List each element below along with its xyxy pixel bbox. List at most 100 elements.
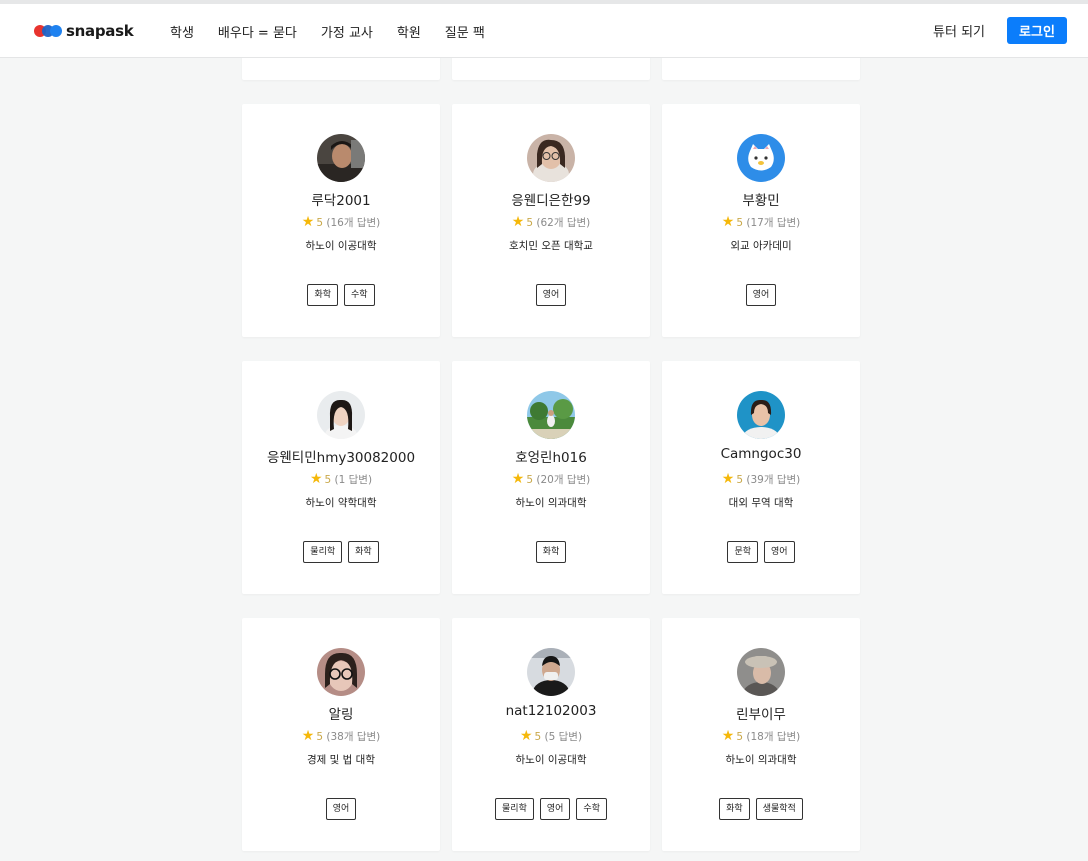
tutor-card[interactable]: nat12102003 ★ 5 (5 답변) 하노이 이공대학 물리학 영어 수학 <box>452 618 650 851</box>
subject-tag: 화학 <box>348 541 379 563</box>
answer-count: (20개 답변) <box>536 474 591 486</box>
answer-count: (62개 답변) <box>536 217 591 229</box>
subject-tags: 영어 <box>452 284 650 306</box>
answer-count: (1 답변) <box>334 474 373 486</box>
tutor-grid: 루닥2001 ★ 5 (16개 답변) 하노이 이공대학 화학 수학 응웬디은한99 ★ 5 (… <box>242 58 860 851</box>
avatar <box>317 648 365 696</box>
tutor-name: 응웬디은한99 <box>511 193 591 209</box>
tutor-card-partial[interactable] <box>662 58 860 80</box>
become-tutor-link[interactable]: 튜터 되기 <box>933 21 985 40</box>
rating-score: 5 <box>316 731 324 743</box>
star-icon: ★ <box>309 471 323 487</box>
subject-tag: 영어 <box>764 541 795 563</box>
subject-tag: 물리학 <box>303 541 343 563</box>
subject-tags: 영어 <box>242 798 440 820</box>
star-icon: ★ <box>721 728 735 744</box>
avatar <box>317 134 365 182</box>
avatar <box>737 391 785 439</box>
tutor-card[interactable]: 루닥2001 ★ 5 (16개 답변) 하노이 이공대학 화학 수학 <box>242 104 440 337</box>
star-icon: ★ <box>301 728 315 744</box>
subject-tag: 영어 <box>535 284 567 306</box>
tutor-card-partial[interactable] <box>452 58 650 80</box>
tutor-name: 호엉린h016 <box>515 450 587 466</box>
tutor-card-partial[interactable] <box>242 58 440 80</box>
tutor-rating: ★ 5 (16개 답변) <box>242 214 440 230</box>
subject-tags: 문학 영어 <box>662 541 860 563</box>
avatar <box>737 134 785 182</box>
subject-tag: 수학 <box>576 798 607 820</box>
login-button[interactable]: 로그인 <box>1007 17 1067 44</box>
tutor-name: 린부이무 <box>736 707 786 723</box>
rating-score: 5 <box>736 217 744 229</box>
subject-tags: 화학 <box>452 541 650 563</box>
tutor-school: 경제 및 법 대학 <box>307 754 375 766</box>
tutor-rating: ★ 5 (39개 답변) <box>662 471 860 487</box>
rating-score: 5 <box>316 217 324 229</box>
rating-score: 5 <box>736 474 744 486</box>
tutor-name: nat12102003 <box>505 703 597 719</box>
subject-tag: 화학 <box>719 798 750 820</box>
subject-tag: 문학 <box>727 541 758 563</box>
tutor-rating: ★ 5 (17개 답변) <box>662 214 860 230</box>
tutor-name: Camngoc30 <box>720 446 802 462</box>
rating-score: 5 <box>526 474 534 486</box>
subject-tag: 수학 <box>344 284 375 306</box>
nav-link-academy[interactable]: 학원 <box>397 22 421 41</box>
tutor-school: 외교 아카데미 <box>730 240 792 252</box>
tutor-school: 하노이 약학대학 <box>305 497 377 509</box>
star-icon: ★ <box>721 214 735 230</box>
subject-tags: 영어 <box>662 284 860 306</box>
tutor-rating: ★ 5 (38개 답변) <box>242 728 440 744</box>
subject-tag: 영어 <box>745 284 777 306</box>
subject-tag: 화학 <box>535 541 567 563</box>
tutor-card[interactable]: 알링 ★ 5 (38개 답변) 경제 및 법 대학영어 <box>242 618 440 851</box>
subject-tags: 화학 생물학적 <box>662 798 860 820</box>
tutor-school: 호치민 오픈 대학교 <box>509 240 593 252</box>
tutor-rating: ★ 5 (1 답변) <box>242 471 440 487</box>
tutor-name: 루닥2001 <box>311 193 371 209</box>
answer-count: (39개 답변) <box>746 474 801 486</box>
rating-score: 5 <box>736 731 744 743</box>
tutor-card[interactable]: 응웬티민hmy30082000 ★ 5 (1 답변) 하노이 약학대학물리학 화학 <box>242 361 440 594</box>
logo-dots-icon <box>34 25 64 37</box>
tutor-rating: ★ 5 (62개 답변) <box>452 214 650 230</box>
tutor-card[interactable]: Camngoc30 ★ 5 (39개 답변) 대외 무역 대학 문학 영어 <box>662 361 860 594</box>
subject-tags: 물리학 영어 수학 <box>452 798 650 820</box>
tutor-name: 응웬티민hmy30082000 <box>266 450 416 466</box>
subject-tag: 생물학적 <box>755 798 803 820</box>
answer-count: (5 답변) <box>544 731 583 743</box>
tutor-card[interactable]: 부황민 ★ 5 (17개 답변) 외교 아카데미 영어 <box>662 104 860 337</box>
tutor-card[interactable]: 린부이무 ★ 5 (18개 답변) 하노이 의과대학화학 생물학적 <box>662 618 860 851</box>
tutor-rating: ★ 5 (20개 답변) <box>452 471 650 487</box>
avatar <box>527 134 575 182</box>
tutor-school: 하노이 의과대학 <box>725 754 797 766</box>
rating-score: 5 <box>526 217 534 229</box>
subject-tags: 물리학 화학 <box>242 541 440 563</box>
tutor-card[interactable]: 호엉린h016 ★ 5 (20개 답변) 하노이 의과대학화학 <box>452 361 650 594</box>
star-icon: ★ <box>511 471 525 487</box>
tutor-rating: ★ 5 (5 답변) <box>452 728 650 744</box>
nav-link-question-pack[interactable]: 질문 팩 <box>445 22 485 41</box>
tutor-name: 알링 <box>328 707 354 723</box>
avatar <box>737 648 785 696</box>
subject-tag: 영어 <box>539 798 571 820</box>
answer-count: (17개 답변) <box>746 217 801 229</box>
avatar <box>527 391 575 439</box>
avatar <box>317 391 365 439</box>
star-icon: ★ <box>511 214 525 230</box>
subject-tag: 물리학 <box>495 798 534 820</box>
tutor-card[interactable]: 응웬디은한99 ★ 5 (62개 답변) 호치민 오픈 대학교영어 <box>452 104 650 337</box>
nav-link-tutors[interactable]: 가정 교사 <box>321 22 373 41</box>
snapask-logo[interactable]: snapask <box>34 21 134 41</box>
nav-links: 학생 배우다 = 묻다 가정 교사 학원 질문 팩 <box>170 4 509 58</box>
subject-tags: 화학 수학 <box>242 284 440 306</box>
nav-link-learn-ask[interactable]: 배우다 = 묻다 <box>218 22 297 41</box>
tutor-rating: ★ 5 (18개 답변) <box>662 728 860 744</box>
nav-right: 튜터 되기 로그인 <box>933 17 1067 44</box>
star-icon: ★ <box>519 728 533 744</box>
navbar: snapask 학생 배우다 = 묻다 가정 교사 학원 질문 팩 튜터 되기 … <box>0 4 1088 58</box>
tutor-list: 루닥2001 ★ 5 (16개 답변) 하노이 이공대학 화학 수학 응웬디은한99 ★ 5 (… <box>0 58 1088 861</box>
tutor-school: 하노이 의과대학 <box>515 497 587 509</box>
nav-link-students[interactable]: 학생 <box>170 22 194 41</box>
answer-count: (38개 답변) <box>326 731 381 743</box>
